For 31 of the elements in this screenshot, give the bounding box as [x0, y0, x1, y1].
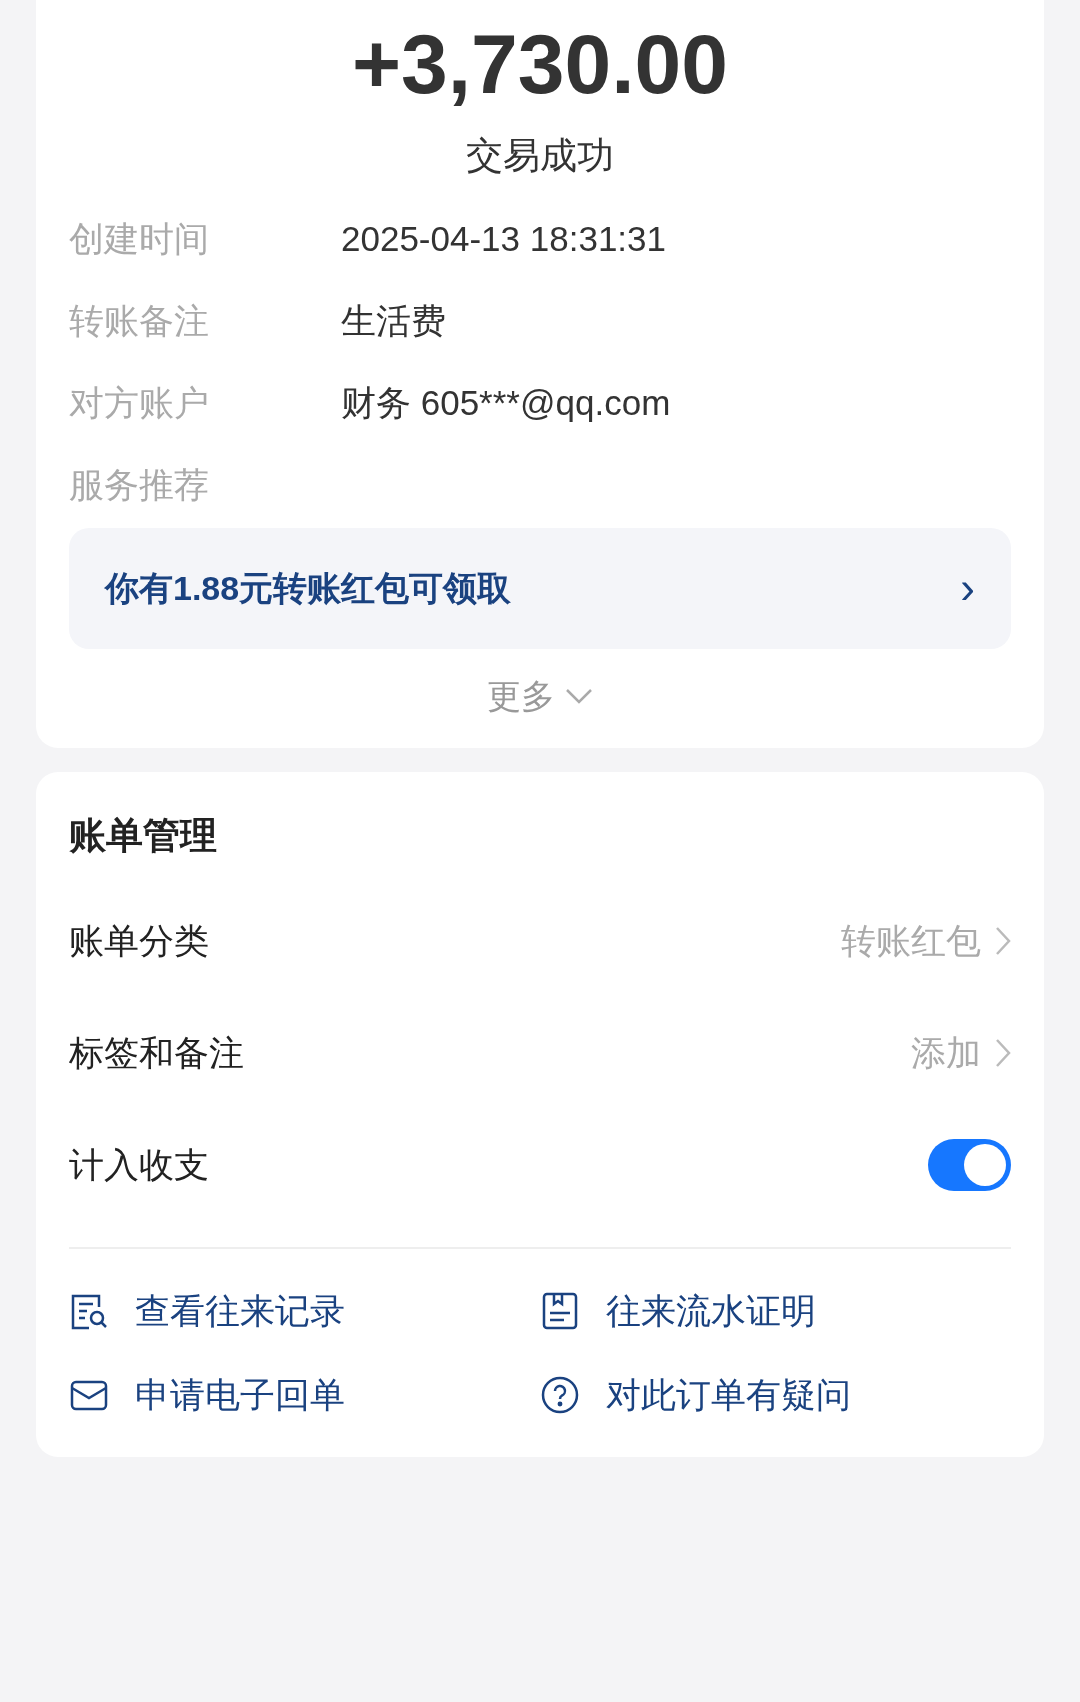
- chevron-right-icon: [995, 926, 1011, 956]
- action-link[interactable]: 往来流水证明: [606, 1284, 816, 1338]
- field-value: 财务 605***@qq.com: [341, 382, 671, 425]
- field-label: 服务推荐: [69, 464, 210, 507]
- status-text: 交易成功: [466, 134, 614, 178]
- field-label: 转账备注: [69, 300, 210, 343]
- section-title: 账单管理: [69, 813, 218, 858]
- document-icon: [540, 1291, 580, 1331]
- row-label: 标签和备注: [69, 1031, 244, 1074]
- row-label: 计入收支: [69, 1143, 209, 1186]
- help-icon: [540, 1375, 580, 1415]
- field-value: 2025-04-13 18:31:31: [341, 218, 666, 261]
- settings-row[interactable]: 账单分类 转账红包: [69, 885, 1011, 997]
- row-label: 账单分类: [69, 919, 209, 962]
- row-value: 转账红包: [841, 919, 981, 962]
- row-value: 添加: [911, 1031, 981, 1074]
- chevron-icon: ›: [960, 566, 975, 610]
- promo-banner[interactable]: 你有1.88元转账红包可领取 ›: [69, 527, 1011, 649]
- action-link[interactable]: 申请电子回单: [135, 1368, 345, 1422]
- amount: +3,730.00: [352, 16, 728, 106]
- field-label: 创建时间: [69, 218, 210, 261]
- promo-text: 你有1.88元转账红包可领取: [105, 567, 512, 609]
- field-value: 生活费: [341, 300, 446, 343]
- settings-row[interactable]: 计入收支: [69, 1109, 1011, 1221]
- field-label: 对方账户: [69, 382, 210, 425]
- toggle-switch[interactable]: [928, 1139, 1011, 1191]
- action-link[interactable]: 查看往来记录: [135, 1284, 345, 1338]
- settings-row[interactable]: 标签和备注 添加: [69, 997, 1011, 1109]
- action-link[interactable]: 对此订单有疑问: [606, 1368, 851, 1422]
- chevron-down-icon: [565, 688, 593, 704]
- chevron-right-icon: [995, 1038, 1011, 1068]
